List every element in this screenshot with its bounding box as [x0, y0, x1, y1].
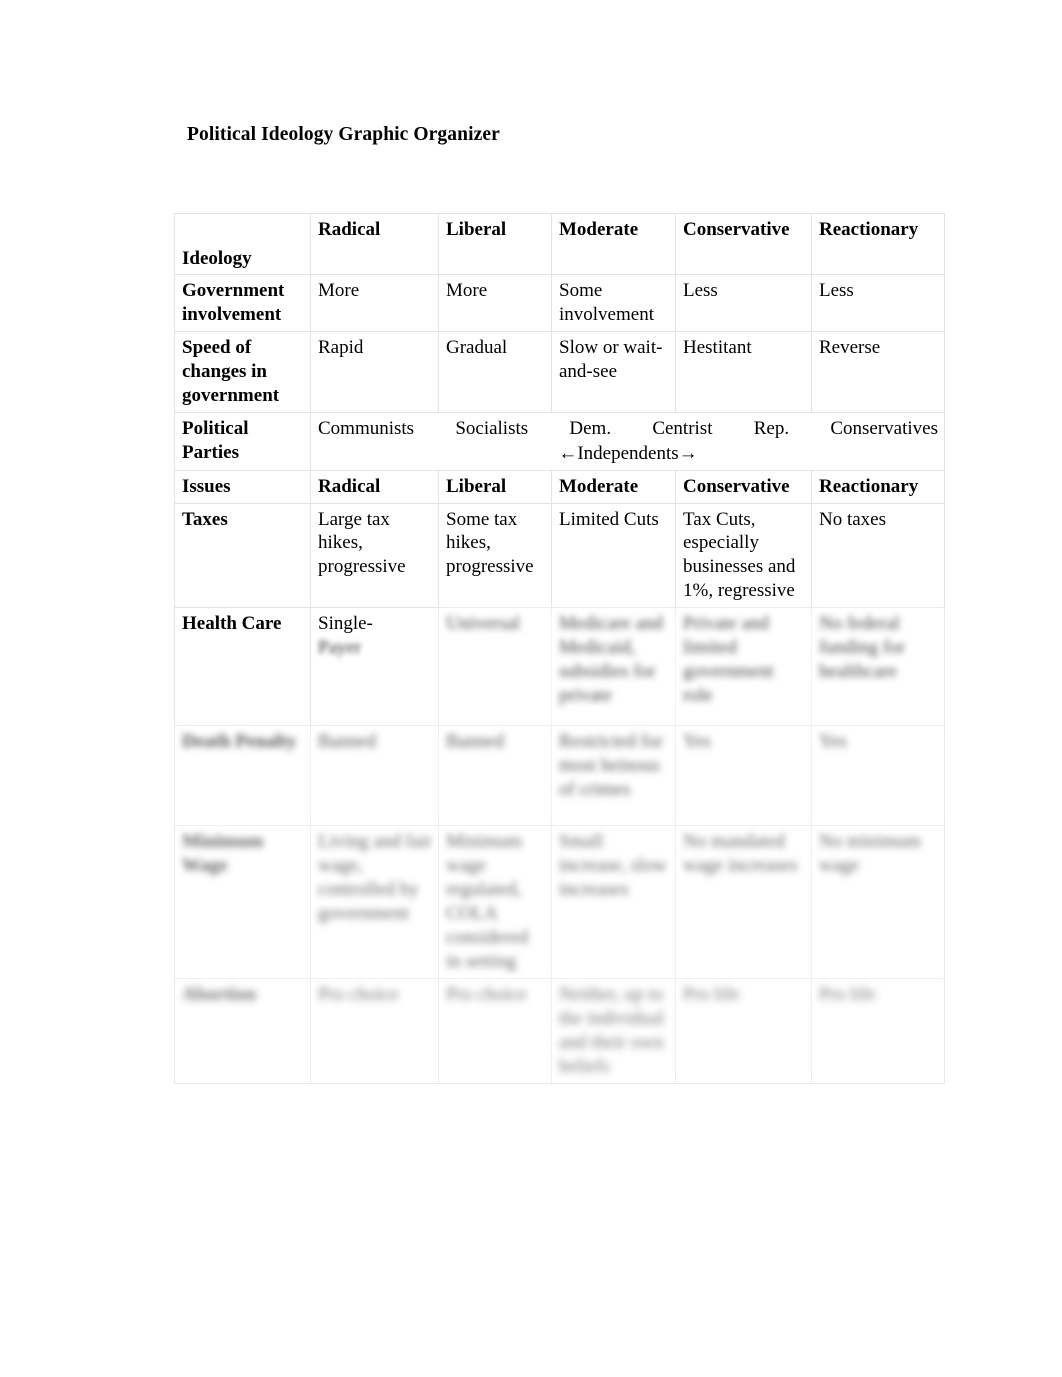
issues-header-cell-conservative: Conservative: [675, 469, 812, 504]
table-row-health-care: Health Care Single- Payer Universal Medi…: [174, 607, 945, 727]
issues-header-cell-liberal: Liberal: [438, 469, 552, 504]
party-democrats: Dem.: [569, 417, 612, 439]
cell-illegible-1-liberal: Banned: [438, 725, 552, 827]
cell-health-care-liberal: Universal: [438, 607, 552, 727]
cell-health-care-reactionary: No federal funding for healthcare: [811, 607, 945, 727]
cell-illegible-2-conservative: No mandated wage increases: [675, 825, 812, 979]
row-label-health-care: Health Care: [174, 607, 311, 727]
party-independents-arrow-label: ←Independents→: [558, 442, 698, 464]
cell-illegible-1-conservative: Yes: [675, 725, 812, 827]
political-parties-spectrum-line: Communists Socialists Dem. Centrist Rep.…: [318, 417, 938, 441]
cell-illegible-1-moderate: Restricted for most heinous of crimes: [551, 725, 676, 827]
cell-illegible-3-moderate: Neither, up to the individual and their …: [551, 977, 676, 1084]
cell-illegible-2-liberal: Minimum wage regulated, COLA considered …: [438, 825, 552, 979]
table-row-illegible-3: Abortion Pro choice Pro choice Neither, …: [174, 977, 945, 1084]
cell-health-care-radical-text: Single-: [318, 613, 373, 635]
row-label-taxes: Taxes: [174, 502, 311, 609]
political-ideology-table: Ideology Radical Liberal Moderate Conser…: [174, 213, 945, 1084]
issues-header-cell-radical: Radical: [310, 469, 439, 504]
cell-illegible-3-reactionary: Pro life: [811, 977, 945, 1084]
cell-taxes-reactionary: No taxes: [811, 502, 945, 609]
cell-illegible-2-moderate: Small increase, slow increases: [551, 825, 676, 979]
row-label-illegible-1: Death Penalty: [174, 725, 311, 827]
party-socialists: Socialists: [455, 417, 529, 439]
cell-government-involvement-conservative: Less: [675, 274, 812, 332]
table-row-speed-of-changes: Speed of changes in government Rapid Gra…: [174, 330, 945, 413]
cell-political-parties-spectrum: Communists Socialists Dem. Centrist Rep.…: [310, 411, 945, 471]
cell-speed-liberal: Gradual: [438, 330, 552, 413]
cell-health-care-conservative: Private and limited government role: [675, 607, 812, 727]
cell-illegible-2-reactionary: No minimum wage: [811, 825, 945, 979]
cell-speed-moderate: Slow or wait-and-see: [551, 330, 676, 413]
table-row-ideology-header: Ideology Radical Liberal Moderate Conser…: [174, 213, 945, 275]
cell-health-care-moderate: Medicare and Medicaid, subsidies for pri…: [551, 607, 676, 727]
cell-illegible-3-conservative: Pro life: [675, 977, 812, 1084]
table-row-government-involvement: Government involvement More More Some in…: [174, 274, 945, 332]
cell-taxes-moderate: Limited Cuts: [551, 502, 676, 609]
cell-illegible-1-reactionary: Yes: [811, 725, 945, 827]
table-row-issues-header: Issues Radical Liberal Moderate Conserva…: [174, 469, 945, 504]
header-cell-moderate: Moderate: [551, 213, 676, 275]
row-label-speed-of-changes: Speed of changes in government: [174, 330, 311, 413]
party-communists: Communists: [318, 417, 415, 439]
header-cell-conservative: Conservative: [675, 213, 812, 275]
cell-speed-radical: Rapid: [310, 330, 439, 413]
ideology-label: Ideology: [182, 248, 252, 270]
cell-illegible-3-radical: Pro choice: [310, 977, 439, 1084]
cell-speed-conservative: Hestitant: [675, 330, 812, 413]
row-label-illegible-3: Abortion: [174, 977, 311, 1084]
cell-government-involvement-liberal: More: [438, 274, 552, 332]
table-row-illegible-1: Death Penalty Banned Banned Restricted f…: [174, 725, 945, 827]
header-cell-liberal: Liberal: [438, 213, 552, 275]
cell-health-care-radical-illegible: Payer: [318, 637, 362, 659]
table-row-political-parties: Political Parties Communists Socialists …: [174, 411, 945, 471]
header-cell-radical: Radical: [310, 213, 439, 275]
cell-government-involvement-radical: More: [310, 274, 439, 332]
cell-illegible-3-liberal: Pro choice: [438, 977, 552, 1084]
issues-header-cell-reactionary: Reactionary: [811, 469, 945, 504]
party-conservatives: Conservatives: [830, 417, 938, 439]
page-title: Political Ideology Graphic Organizer: [187, 124, 500, 145]
cell-government-involvement-moderate: Some involvement: [551, 274, 676, 332]
header-cell-issues: Issues: [174, 469, 311, 504]
document-page: Political Ideology Graphic Organizer Ide…: [0, 0, 1062, 1377]
row-label-illegible-2: Minimum Wage: [174, 825, 311, 979]
cell-speed-reactionary: Reverse: [811, 330, 945, 413]
header-cell-ideology: Ideology: [174, 213, 311, 275]
cell-illegible-2-radical: Living and fair wage, controlled by gove…: [310, 825, 439, 979]
cell-taxes-conservative: Tax Cuts, especially businesses and 1%, …: [675, 502, 812, 609]
cell-government-involvement-reactionary: Less: [811, 274, 945, 332]
party-centrist: Centrist: [652, 417, 713, 439]
party-republicans: Rep.: [753, 417, 790, 439]
header-cell-reactionary: Reactionary: [811, 213, 945, 275]
row-label-government-involvement: Government involvement: [174, 274, 311, 332]
cell-taxes-liberal: Some tax hikes, progressive: [438, 502, 552, 609]
table-row-taxes: Taxes Large tax hikes, progressive Some …: [174, 502, 945, 609]
cell-taxes-radical: Large tax hikes, progressive: [310, 502, 439, 609]
issues-header-cell-moderate: Moderate: [551, 469, 676, 504]
row-label-political-parties: Political Parties: [174, 411, 311, 471]
cell-illegible-1-radical: Banned: [310, 725, 439, 827]
cell-health-care-radical: Single- Payer: [310, 607, 439, 727]
table-row-illegible-2: Minimum Wage Living and fair wage, contr…: [174, 825, 945, 979]
